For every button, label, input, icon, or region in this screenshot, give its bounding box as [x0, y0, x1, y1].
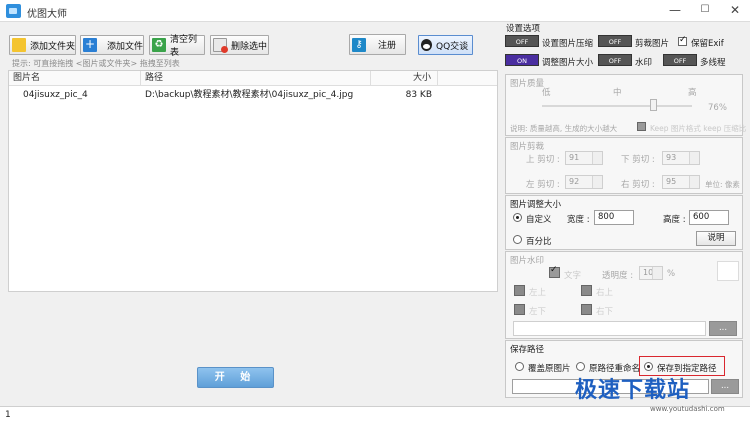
drag-hint: 提示: 可直接拖拽 <图片或文件夹> 拖拽至列表	[12, 59, 180, 68]
file-name-cell: 04jisuxz_pic_4	[23, 90, 88, 100]
minimize-button[interactable]: —	[660, 0, 690, 22]
delete-icon	[213, 38, 228, 53]
close-button[interactable]: ✕	[720, 0, 750, 22]
column-header-path[interactable]: 路径	[141, 71, 371, 86]
resize-percent-label: 百分比	[526, 237, 552, 247]
watermark-browse-button[interactable]: ...	[709, 321, 737, 336]
column-header-name[interactable]: 图片名	[9, 71, 141, 86]
recycle-icon: ♻	[152, 38, 166, 52]
maximize-button[interactable]: ☐	[690, 0, 720, 22]
file-path-cell: D:\backup\教程素材\教程素材\04jisuxz_pic_4.jpg	[145, 90, 354, 100]
watermark-text-checkbox[interactable]	[549, 265, 560, 278]
save-custom-radio[interactable]	[644, 362, 653, 371]
table-row[interactable]: 04jisuxz_pic_4 D:\backup\教程素材\教程素材\04jis…	[9, 88, 497, 103]
status-bar: 1	[0, 406, 750, 425]
height-label: 高度 :	[663, 215, 686, 225]
keep-format-label: Keep 图片格式 keep 压缩比	[650, 124, 747, 133]
file-list-header: 图片名 路径 大小	[9, 71, 497, 86]
height-input[interactable]: 600	[689, 210, 729, 225]
watermark-color-swatch[interactable]	[717, 261, 739, 281]
site-watermark-logo: 极速下载站	[575, 378, 691, 403]
watermark-pos-bottomleft-checkbox[interactable]	[514, 304, 525, 315]
save-browse-button[interactable]: ...	[711, 379, 739, 394]
file-size-cell: 83 KB	[405, 90, 432, 100]
watermark-pos-bottomright-checkbox[interactable]	[581, 304, 592, 315]
watermark-group: 图片水印 文字 透明度 : 100 % 左上 右上 左下 右下 ...	[505, 251, 743, 339]
keep-exif-checkbox[interactable]	[678, 35, 687, 46]
watermark-pos-topright-label: 右上	[596, 288, 614, 298]
file-list[interactable]: 图片名 路径 大小 04jisuxz_pic_4 D:\backup\教程素材\…	[8, 70, 498, 292]
settings-title: 设置选项	[506, 24, 541, 34]
crop-right-label: 右 剪切 :	[621, 180, 655, 190]
save-overwrite-label: 覆盖原图片	[528, 364, 571, 374]
quality-value: 76%	[708, 103, 727, 113]
crop-toggle[interactable]: OFF	[598, 35, 632, 47]
crop-top-label: 上 剪切 :	[526, 155, 560, 165]
crop-unit-label: 单位: 像素	[705, 180, 740, 189]
resize-label: 调整图片大小	[542, 58, 594, 68]
multithread-toggle[interactable]: OFF	[663, 54, 697, 66]
add-file-button[interactable]: + 添加文件	[80, 35, 144, 55]
window-title: 优图大师	[27, 9, 67, 20]
watermark-pos-topleft-label: 左上	[529, 288, 547, 298]
keep-format-checkbox[interactable]	[637, 122, 646, 131]
resize-group: 图片调整大小 自定义 宽度 : 800 高度 : 600 百分比 说明	[505, 195, 743, 250]
column-header-size[interactable]: 大小	[371, 71, 438, 86]
crop-group: 图片剪裁 上 剪切 : 91 下 剪切 : 93 左 剪切 : 92 右 剪切 …	[505, 137, 743, 194]
keep-exif-label: 保留Exif	[691, 39, 724, 49]
quality-low-label: 低	[542, 88, 551, 98]
watermark-path-input[interactable]	[513, 321, 706, 336]
quality-slider-handle[interactable]	[650, 99, 657, 111]
key-icon: ⚷	[352, 37, 366, 52]
crop-left-input[interactable]: 92	[565, 175, 603, 189]
watermark-pos-topleft-checkbox[interactable]	[514, 285, 525, 296]
resize-toggle[interactable]: ON	[505, 54, 539, 66]
crop-bottom-label: 下 剪切 :	[621, 155, 655, 165]
site-watermark-url: www.youtudashi.com	[650, 405, 725, 413]
app-logo-icon	[6, 4, 21, 18]
watermark-pos-bottomleft-label: 左下	[529, 307, 547, 317]
resize-custom-radio[interactable]	[513, 213, 522, 222]
quality-mid-label: 中	[613, 88, 622, 98]
crop-left-label: 左 剪切 :	[526, 180, 560, 190]
title-bar: 优图大师 — ☐ ✕	[0, 0, 750, 22]
file-count: 1	[5, 410, 11, 420]
quality-note: 说明: 质量越高, 生成的大小越大	[510, 124, 618, 133]
watermark-pos-topright-checkbox[interactable]	[581, 285, 592, 296]
opacity-unit: %	[667, 269, 676, 279]
delete-selected-button[interactable]: 删除选中	[210, 35, 269, 55]
watermark-text-label: 文字	[564, 271, 582, 281]
add-folder-button[interactable]: 添加文件夹	[9, 35, 76, 55]
plus-icon: +	[83, 37, 97, 52]
watermark-pos-bottomright-label: 右下	[596, 307, 614, 317]
multithread-label: 多线程	[700, 58, 726, 68]
watermark-toggle[interactable]: OFF	[598, 54, 632, 66]
width-input[interactable]: 800	[594, 210, 634, 225]
start-button[interactable]: 开 始	[197, 367, 274, 388]
watermark-label: 水印	[635, 58, 653, 68]
compress-toggle[interactable]: OFF	[505, 35, 539, 47]
qq-penguin-icon	[421, 39, 432, 51]
save-rename-radio[interactable]	[576, 362, 585, 371]
quality-group: 图片质量 低 中 高 76% 说明: 质量越高, 生成的大小越大 Keep 图片…	[505, 74, 747, 136]
crop-bottom-input[interactable]: 93	[662, 151, 700, 165]
resize-percent-radio[interactable]	[513, 235, 522, 244]
qq-chat-button[interactable]: QQ交谈	[418, 35, 473, 55]
save-overwrite-radio[interactable]	[515, 362, 524, 371]
folder-icon	[12, 38, 26, 52]
clear-list-button[interactable]: ♻ 清空列表	[149, 35, 205, 58]
compress-label: 设置图片压缩	[542, 39, 594, 49]
crop-top-input[interactable]: 91	[565, 151, 603, 165]
width-label: 宽度 :	[567, 215, 590, 225]
crop-right-input[interactable]: 95	[662, 175, 700, 189]
opacity-input[interactable]: 100	[639, 266, 663, 280]
resize-custom-label: 自定义	[526, 215, 552, 225]
register-button[interactable]: ⚷ 注册	[349, 34, 406, 55]
quality-slider-track[interactable]	[542, 105, 692, 107]
quality-high-label: 高	[688, 88, 697, 98]
crop-label: 剪裁图片	[635, 39, 670, 49]
resize-explain-button[interactable]: 说明	[696, 231, 736, 246]
opacity-label: 透明度 :	[602, 271, 634, 281]
